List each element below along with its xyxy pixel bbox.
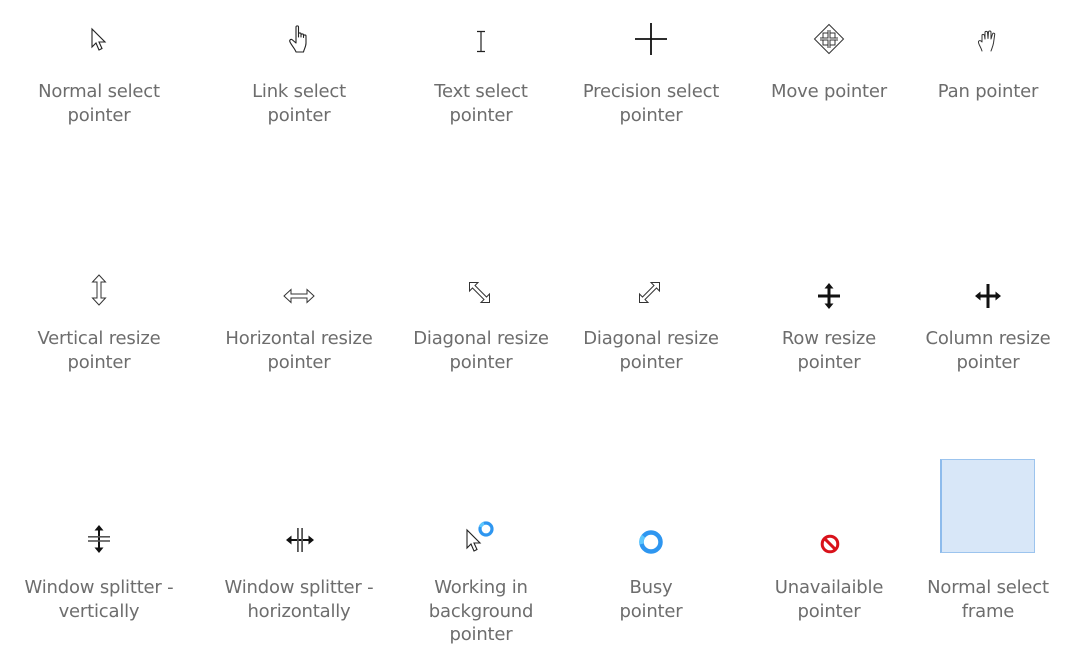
item-label-line: Column resize <box>925 328 1051 349</box>
diagonal-resize-nwse-pointer-icon <box>469 282 490 303</box>
text-select-pointer-icon <box>477 30 485 53</box>
window-splitter-horizontal-icon <box>286 528 314 552</box>
item-label-line: pointer <box>449 104 513 126</box>
working-in-background-pointer-icon <box>466 521 494 552</box>
item-label-line: pointer <box>449 624 513 645</box>
item-label-line: Link select <box>252 81 346 102</box>
item-label-line: pointer <box>797 600 861 622</box>
item-label-line: Text select <box>434 81 528 102</box>
pan-pointer-icon <box>977 30 996 52</box>
item-label-line: Horizontal resize <box>225 328 373 349</box>
vertical-resize-pointer-icon <box>91 274 107 306</box>
item-label-line: pointer <box>449 351 513 373</box>
item-label-line: pointer <box>267 351 331 373</box>
item-label-line: Working in <box>434 577 528 598</box>
item-label-line: Normal select <box>38 81 160 102</box>
item-label-line: Diagonal resize <box>583 328 719 349</box>
move-pointer-icon <box>813 23 845 55</box>
item-label-line: Diagonal resize <box>413 328 549 349</box>
item-label-line: pointer <box>67 104 131 126</box>
item-label-line: Move pointer <box>771 81 887 102</box>
horizontal-resize-pointer-icon <box>283 288 315 304</box>
item-label-line: horizontally <box>247 600 351 622</box>
item-label-line: Pan pointer <box>937 81 1039 102</box>
item-label-line: Busy <box>629 577 673 598</box>
item-label-line: background <box>428 600 534 622</box>
item-label-line: pointer <box>619 351 683 373</box>
item-label-line: Window splitter - <box>24 577 174 598</box>
item-label-line: pointer <box>797 351 861 373</box>
unavailable-pointer-icon <box>820 534 840 554</box>
item-label-line: pointer <box>267 104 331 126</box>
item-label-line: Precision select <box>582 81 720 102</box>
item-label-line: pointer <box>619 104 683 126</box>
link-select-pointer-icon <box>289 25 307 53</box>
item-label-line: vertically <box>58 600 140 622</box>
normal-select-frame-icon <box>940 459 1035 553</box>
column-resize-pointer-icon <box>975 284 1001 308</box>
item-label-line: Vertical resize <box>37 328 161 349</box>
item-label-line: frame <box>961 600 1015 622</box>
precision-select-pointer-icon <box>635 23 667 55</box>
busy-pointer-icon <box>639 530 663 554</box>
diagonal-resize-nesw-pointer-icon <box>639 282 660 303</box>
normal-select-pointer-icon <box>91 27 107 51</box>
item-label-line: pointer <box>67 351 131 373</box>
item-label-line: Window splitter - <box>224 577 374 598</box>
window-splitter-vertical-icon <box>88 525 110 553</box>
item-label-line: pointer <box>619 600 683 622</box>
item-label-line: Row resize <box>781 328 877 349</box>
item-label-line: Normal select <box>927 577 1049 598</box>
item-label-line: Unavailaible <box>774 577 884 598</box>
item-label-line: pointer <box>956 351 1020 373</box>
row-resize-pointer-icon <box>818 283 840 309</box>
